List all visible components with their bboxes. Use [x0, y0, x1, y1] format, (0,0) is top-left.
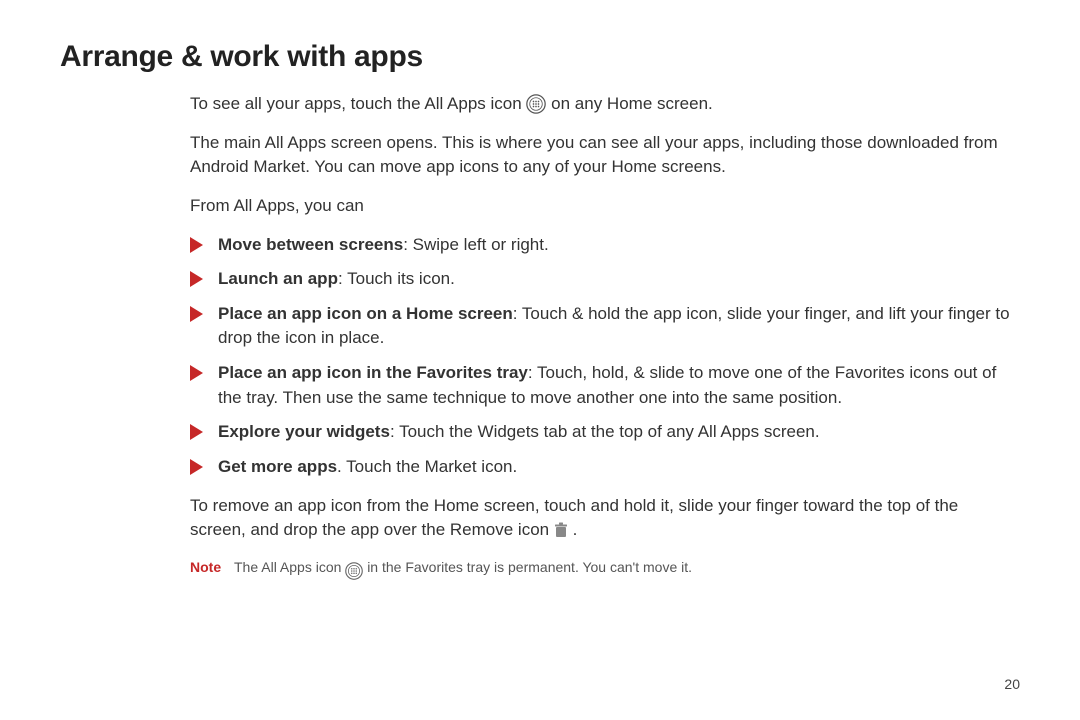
- note-block: Note The All Apps icon in the Favorites …: [190, 557, 1020, 577]
- note-text-a: The All Apps icon: [234, 559, 345, 575]
- bullet-rest: : Swipe left or right.: [403, 235, 549, 254]
- para1-part-a: To see all your apps, touch the All Apps…: [190, 94, 526, 113]
- triangle-icon: [190, 237, 203, 253]
- triangle-icon: [190, 306, 203, 322]
- bullet-bold: Explore your widgets: [218, 422, 390, 441]
- list-item: Launch an app: Touch its icon.: [190, 267, 1010, 292]
- triangle-icon: [190, 271, 203, 287]
- bullet-rest: : Touch the Widgets tab at the top of an…: [390, 422, 820, 441]
- all-apps-icon: [345, 562, 363, 580]
- para4-part-b: .: [573, 520, 578, 539]
- list-item: Move between screens: Swipe left or righ…: [190, 233, 1010, 258]
- bullet-bold: Get more apps: [218, 457, 337, 476]
- bullet-bold: Launch an app: [218, 269, 338, 288]
- intro-paragraph-2: The main All Apps screen opens. This is …: [190, 131, 1010, 180]
- document-page: Arrange & work with apps To see all your…: [0, 0, 1080, 720]
- intro-paragraph-3: From All Apps, you can: [190, 194, 1010, 219]
- page-title: Arrange & work with apps: [60, 40, 1020, 74]
- note-text: The All Apps icon in the Favorites tray …: [234, 557, 1020, 577]
- bullet-rest: : Touch its icon.: [338, 269, 455, 288]
- all-apps-icon: [526, 94, 546, 114]
- bullet-bold: Move between screens: [218, 235, 403, 254]
- trash-icon: [554, 522, 568, 538]
- triangle-icon: [190, 424, 203, 440]
- note-label: Note: [190, 559, 234, 575]
- bullet-bold: Place an app icon on a Home screen: [218, 304, 513, 323]
- bullet-list: Move between screens: Swipe left or righ…: [190, 233, 1010, 480]
- list-item: Explore your widgets: Touch the Widgets …: [190, 420, 1010, 445]
- triangle-icon: [190, 365, 203, 381]
- para1-part-b: on any Home screen.: [551, 94, 713, 113]
- list-item: Get more apps. Touch the Market icon.: [190, 455, 1010, 480]
- remove-paragraph: To remove an app icon from the Home scre…: [190, 494, 1010, 543]
- bullet-rest: . Touch the Market icon.: [337, 457, 517, 476]
- list-item: Place an app icon in the Favorites tray:…: [190, 361, 1010, 410]
- bullet-bold: Place an app icon in the Favorites tray: [218, 363, 528, 382]
- triangle-icon: [190, 459, 203, 475]
- body-content: To see all your apps, touch the All Apps…: [190, 92, 1010, 543]
- intro-paragraph-1: To see all your apps, touch the All Apps…: [190, 92, 1010, 117]
- page-number: 20: [1004, 676, 1020, 692]
- list-item: Place an app icon on a Home screen: Touc…: [190, 302, 1010, 351]
- note-text-b: in the Favorites tray is permanent. You …: [367, 559, 692, 575]
